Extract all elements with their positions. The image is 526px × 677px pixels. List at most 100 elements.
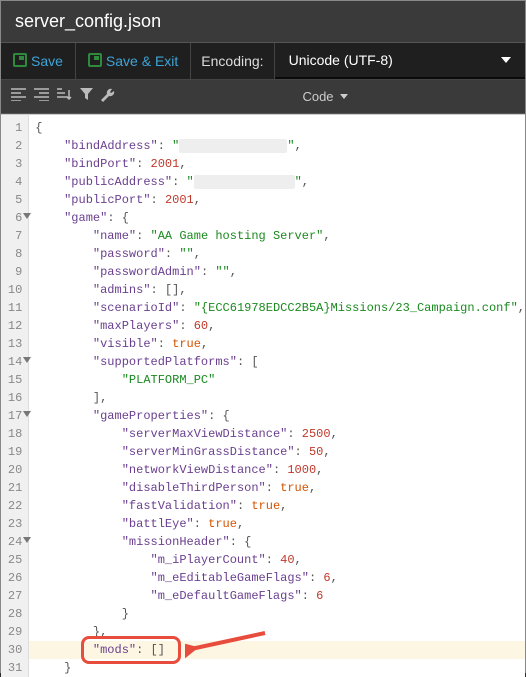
code-line[interactable]: "gameProperties": {	[35, 407, 525, 425]
code-line[interactable]: "m_eDefaultGameFlags": 6	[35, 587, 525, 605]
token-redact: xxxxxxxxxxxxxxx	[179, 139, 287, 153]
code-line[interactable]: "bindPort": 2001,	[35, 155, 525, 173]
save-button[interactable]: Save	[1, 43, 76, 79]
code-line[interactable]: ],	[35, 389, 525, 407]
token-p: ,	[194, 193, 201, 207]
code-line[interactable]: "missionHeader": {	[35, 533, 525, 551]
line-number: 9	[1, 263, 28, 281]
token-k: "m_eDefaultGameFlags"	[151, 589, 302, 603]
sub-toolbar: Code	[1, 80, 525, 114]
line-number: 30	[1, 641, 28, 659]
token-p: :	[165, 247, 179, 261]
token-p: ,	[201, 337, 208, 351]
line-number: 24	[1, 533, 28, 551]
code-line[interactable]: "fastValidation": true,	[35, 497, 525, 515]
token-s: "	[295, 175, 302, 189]
sort-icon[interactable]	[57, 88, 72, 106]
line-number: 8	[1, 245, 28, 263]
code-line[interactable]: "game": {	[35, 209, 525, 227]
code-line[interactable]: "maxPlayers": 60,	[35, 317, 525, 335]
floppy-icon	[13, 53, 27, 70]
token-p: ,	[179, 157, 186, 171]
code-line[interactable]: }	[35, 605, 525, 623]
toolbar: Save Save & Exit Encoding: Unicode (UTF-…	[1, 42, 525, 80]
view-mode-label: Code	[302, 89, 333, 104]
code-line[interactable]: "serverMinGrassDistance": 50,	[35, 443, 525, 461]
line-number: 31	[1, 659, 28, 677]
line-number: 16	[1, 389, 28, 407]
token-p: ,	[316, 463, 323, 477]
token-k: "m_iPlayerCount"	[151, 553, 266, 567]
line-number: 7	[1, 227, 28, 245]
save-exit-button[interactable]: Save & Exit	[76, 43, 191, 79]
code-line[interactable]: },	[35, 623, 525, 641]
indent-left-icon[interactable]	[11, 88, 26, 106]
line-number: 25	[1, 551, 28, 569]
code-line[interactable]: "publicAddress": "xxxxxxxxxxxxxx",	[35, 173, 525, 191]
code-line[interactable]: "supportedPlatforms": [	[35, 353, 525, 371]
line-number: 14	[1, 353, 28, 371]
indent-right-icon[interactable]	[34, 88, 49, 106]
line-number: 1	[1, 119, 28, 137]
line-number: 29	[1, 623, 28, 641]
token-k: "publicPort"	[64, 193, 150, 207]
code-line[interactable]: "serverMaxViewDistance": 2500,	[35, 425, 525, 443]
token-p: : {	[107, 211, 129, 225]
line-number: 5	[1, 191, 28, 209]
token-n: 2001	[151, 157, 180, 171]
code-editor[interactable]: 1234567891011121314151617181920212223242…	[1, 114, 525, 677]
token-p: :	[194, 517, 208, 531]
token-p: :	[237, 499, 251, 513]
code-line[interactable]: "admins": [],	[35, 281, 525, 299]
token-p: :	[158, 139, 172, 153]
token-p: ,	[194, 247, 201, 261]
token-k: "bindPort"	[64, 157, 136, 171]
view-mode-select[interactable]: Code	[125, 89, 525, 104]
token-p: ,	[518, 301, 525, 315]
encoding-select[interactable]: Unicode (UTF-8)	[275, 43, 525, 79]
token-p: : {	[230, 535, 252, 549]
code-line[interactable]: "bindAddress": "xxxxxxxxxxxxxxx",	[35, 137, 525, 155]
token-p: ,	[237, 517, 244, 531]
code-line[interactable]: "disableThirdPerson": true,	[35, 479, 525, 497]
chevron-down-icon	[340, 94, 348, 99]
code-area[interactable]: { "bindAddress": "xxxxxxxxxxxxxxx", "bin…	[29, 115, 525, 677]
code-line[interactable]: "battlEye": true,	[35, 515, 525, 533]
token-k: "visible"	[93, 337, 158, 351]
token-p: : []	[136, 643, 165, 657]
token-p: ,	[331, 427, 338, 441]
token-b: true	[251, 499, 280, 513]
code-line[interactable]: "PLATFORM_PC"	[35, 371, 525, 389]
code-line[interactable]: {	[35, 119, 525, 137]
line-number: 28	[1, 605, 28, 623]
line-number: 13	[1, 335, 28, 353]
token-k: "password"	[93, 247, 165, 261]
code-line[interactable]: "networkViewDistance": 1000,	[35, 461, 525, 479]
floppy-icon	[88, 53, 102, 70]
token-p: ,	[208, 319, 215, 333]
line-number: 15	[1, 371, 28, 389]
token-k: "gameProperties"	[93, 409, 208, 423]
sub-icon-group	[1, 88, 125, 106]
token-s: "{ECC61978EDCC2B5A}Missions/23_Campaign.…	[194, 301, 518, 315]
code-line[interactable]: "passwordAdmin": "",	[35, 263, 525, 281]
code-line[interactable]: "scenarioId": "{ECC61978EDCC2B5A}Mission…	[35, 299, 525, 317]
token-k: "missionHeader"	[122, 535, 230, 549]
code-line[interactable]: "password": "",	[35, 245, 525, 263]
token-p: :	[151, 193, 165, 207]
code-line[interactable]: "publicPort": 2001,	[35, 191, 525, 209]
code-line[interactable]: "m_iPlayerCount": 40,	[35, 551, 525, 569]
code-line[interactable]: "visible": true,	[35, 335, 525, 353]
code-line[interactable]: "m_eEditableGameFlags": 6,	[35, 569, 525, 587]
code-line[interactable]: "name": "AA Game hosting Server",	[35, 227, 525, 245]
code-line[interactable]: "mods": []	[35, 641, 525, 659]
token-b: true	[208, 517, 237, 531]
token-k: "name"	[93, 229, 136, 243]
token-k: "networkViewDistance"	[122, 463, 273, 477]
code-line[interactable]: }	[35, 659, 525, 677]
wrench-icon[interactable]	[101, 88, 115, 106]
filter-icon[interactable]	[80, 88, 93, 106]
token-p: : [	[237, 355, 259, 369]
save-exit-label: Save & Exit	[106, 53, 178, 69]
line-number: 27	[1, 587, 28, 605]
